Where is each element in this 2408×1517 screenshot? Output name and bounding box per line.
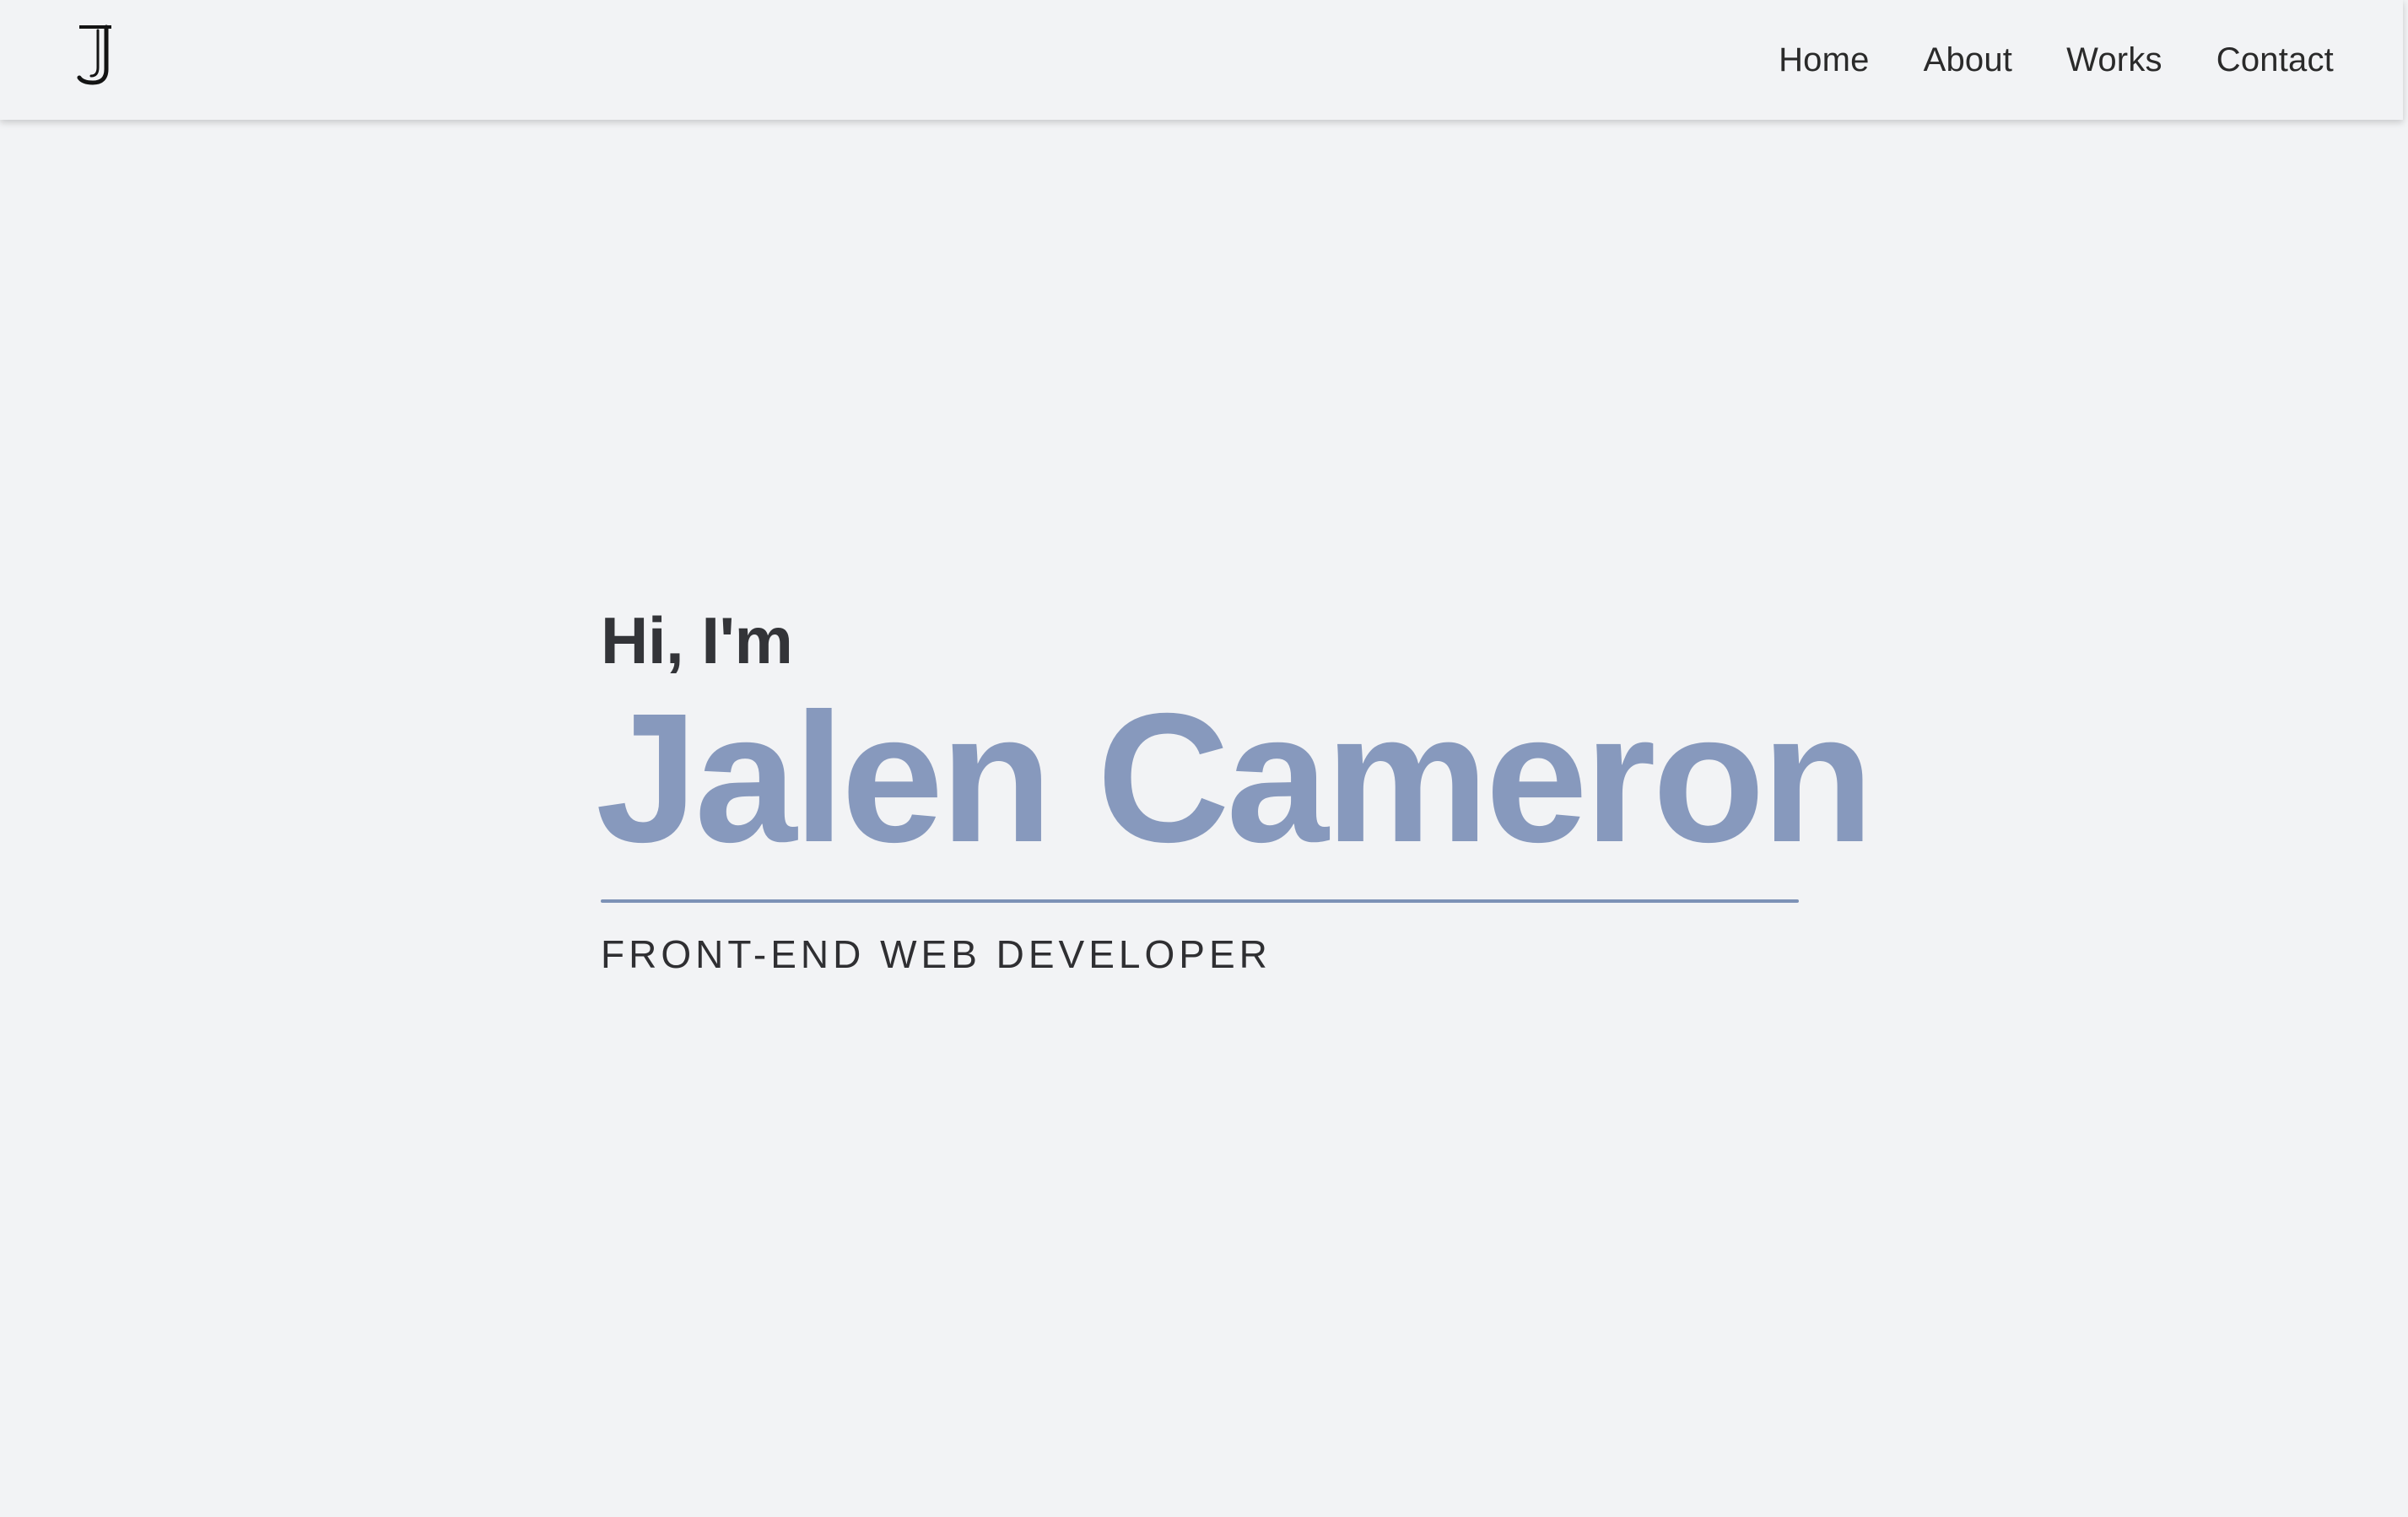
top-navbar: Home About Works Contact <box>0 0 2403 120</box>
main-nav: Home About Works Contact <box>1779 0 2334 120</box>
nav-contact-link[interactable]: Contact <box>2216 41 2334 79</box>
hero-divider <box>601 899 1799 903</box>
hero-name: Jalen Cameron <box>596 676 1874 881</box>
j-monogram-logo-icon[interactable] <box>74 22 116 88</box>
hero-section: Hi, I'm Jalen Cameron FRONT-END WEB DEVE… <box>596 603 1874 976</box>
nav-home-link[interactable]: Home <box>1779 41 1870 79</box>
nav-about-link[interactable]: About <box>1924 41 2013 79</box>
hero-greeting: Hi, I'm <box>601 603 793 678</box>
nav-works-link[interactable]: Works <box>2066 41 2162 79</box>
hero-role: FRONT-END WEB DEVELOPER <box>601 932 1271 976</box>
